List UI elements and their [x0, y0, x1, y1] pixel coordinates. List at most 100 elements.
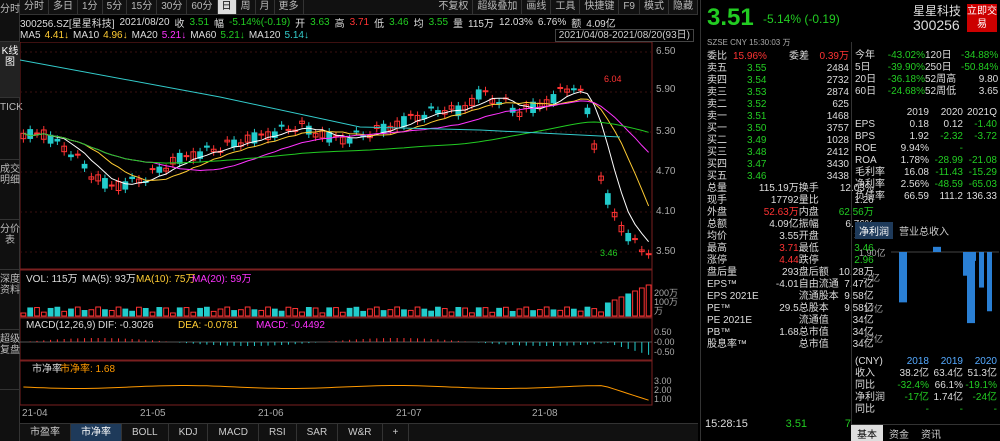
- candle-body: [346, 138, 353, 144]
- stat-row: 外盘 52.63万 内盘 62.56万: [707, 207, 874, 219]
- tab-deep-data[interactable]: 深度资料: [0, 270, 20, 330]
- candle-body: [108, 184, 115, 187]
- level-label: 卖四: [707, 75, 727, 86]
- level-price: 3.48: [747, 147, 767, 158]
- tab-tick[interactable]: TICK: [0, 98, 23, 160]
- tab-revenue[interactable]: 营业总收入: [893, 222, 955, 239]
- low-label: 低: [374, 18, 385, 30]
- bid-row[interactable]: 买一 3.50 3757: [707, 123, 849, 135]
- ask-row[interactable]: 卖三 3.53 2874: [707, 87, 849, 99]
- ask-row[interactable]: 卖一 3.51 1468: [707, 111, 849, 123]
- rev-value: -17亿: [904, 392, 929, 403]
- candle-body: [102, 178, 108, 189]
- ask-table: 卖五 3.55 2484 卖四 3.54 2732 卖三 3.53 2874 卖二 3.52 625 卖…: [707, 63, 849, 123]
- tab-timeshare[interactable]: 分时: [0, 0, 20, 42]
- date-range[interactable]: 2021/04/08-2021/08/20(93日): [554, 29, 694, 42]
- period-month[interactable]: 月: [256, 0, 275, 14]
- tab-kline[interactable]: K线图: [0, 42, 20, 98]
- tab-news[interactable]: 资讯: [915, 425, 947, 441]
- period-more[interactable]: 更多: [275, 0, 304, 14]
- volume-bar: [428, 310, 435, 317]
- period-60min[interactable]: 60分: [187, 0, 218, 14]
- level-volume: 3757: [826, 123, 849, 134]
- fin-header: 2019 2020 2021Q: [855, 107, 997, 119]
- add-tab-icon[interactable]: +: [383, 424, 410, 441]
- draw-line-button[interactable]: 画线: [522, 0, 552, 14]
- period-30min[interactable]: 30分: [157, 0, 188, 14]
- tab-sar[interactable]: SAR: [297, 424, 339, 441]
- stat-row: EPS™ -4.01 自由流通 7.47亿: [707, 279, 874, 291]
- tab-basic[interactable]: 基本: [851, 425, 883, 441]
- tab-rsi[interactable]: RSI: [259, 424, 297, 441]
- volume-bar: [326, 307, 333, 317]
- stat-label: 量比: [798, 195, 819, 206]
- no-adjust-button[interactable]: 不复权: [434, 0, 474, 14]
- period-day[interactable]: 日: [217, 0, 237, 14]
- fin-row: 负债率 66.59 111.2 136.33: [855, 191, 997, 203]
- ask-row[interactable]: 卖四 3.54 2732: [707, 75, 849, 87]
- kline-chart-area[interactable]: 6.50 5.90 5.30 4.70 4.10 3.50 6.04 3.46 …: [20, 42, 700, 423]
- ask-row[interactable]: 卖五 3.55 2484: [707, 63, 849, 75]
- tab-boll[interactable]: BOLL: [122, 424, 169, 441]
- fin-row: BPS 1.92 -2.32 -3.72: [855, 131, 997, 143]
- tab-wr[interactable]: W&R: [338, 424, 383, 441]
- stat-label: 总市值: [798, 327, 829, 338]
- candle-body: [231, 139, 237, 148]
- perf-label: 250日: [925, 62, 952, 73]
- bid-row[interactable]: 买三 3.48 2412: [707, 147, 849, 159]
- close-label: 收: [174, 18, 185, 30]
- tab-trade-detail[interactable]: 成交明细: [0, 160, 20, 220]
- quote-sub: SZSE CNY 15:30:03 万: [707, 38, 791, 47]
- mode-button[interactable]: 模式: [640, 0, 669, 14]
- bid-row[interactable]: 买二 3.49 1028: [707, 135, 849, 147]
- tab-pe[interactable]: 市盈率: [20, 424, 71, 441]
- tab-price-table[interactable]: 分价表: [0, 220, 20, 270]
- ma120-line: [20, 59, 621, 138]
- period-15min[interactable]: 15分: [127, 0, 158, 14]
- volume-bar: [176, 307, 183, 317]
- volume-bar: [380, 310, 387, 317]
- hide-button[interactable]: 隐藏: [669, 0, 698, 14]
- period-week[interactable]: 周: [237, 0, 256, 14]
- fin-label: 毛利率: [855, 167, 885, 178]
- level-volume: 2732: [826, 75, 849, 86]
- ma10-value: 4.96↓: [103, 30, 128, 41]
- period-multiday[interactable]: 多日: [49, 0, 78, 14]
- tab-net-profit[interactable]: 净利润: [855, 222, 893, 239]
- x-tick: 21-05: [140, 408, 166, 419]
- vol-title: VOL: 115万: [26, 274, 78, 285]
- profit-quarter-bar: [987, 252, 992, 312]
- rev-value: 38.2亿: [899, 368, 929, 379]
- trade-now-button[interactable]: 立即交易: [967, 4, 997, 32]
- ma10-label: MA10: [73, 30, 100, 41]
- bid-table: 买一 3.50 3757 买二 3.49 1028 买三 3.48 2412 买四 3.47 3430…: [707, 123, 849, 183]
- bid-row[interactable]: 买四 3.47 3430: [707, 159, 849, 171]
- tools-button[interactable]: 工具: [551, 0, 581, 14]
- tab-fund[interactable]: 资金: [883, 425, 915, 441]
- period-timeshare[interactable]: 分时: [20, 0, 49, 14]
- volume-bar: [27, 307, 34, 317]
- price-tick: 5.90: [656, 84, 676, 95]
- profit-chart: 1.90亿 -7亿 -17亿 -27亿: [859, 246, 999, 344]
- rev-label: (CNY): [855, 356, 883, 367]
- tab-macd[interactable]: MACD: [208, 424, 259, 441]
- level-volume: 1028: [826, 135, 849, 146]
- period-5min[interactable]: 5分: [103, 0, 128, 14]
- period-1min[interactable]: 1分: [78, 0, 103, 14]
- fin-value: 9.94%: [900, 143, 929, 154]
- ask-row[interactable]: 卖二 3.52 625: [707, 99, 849, 111]
- tab-super-review[interactable]: 超级复盘: [0, 330, 20, 390]
- candle-body: [183, 155, 190, 158]
- x-tick: 21-06: [258, 408, 284, 419]
- tab-kdj[interactable]: KDJ: [169, 424, 209, 441]
- bid-row[interactable]: 买五 3.46 3438: [707, 171, 849, 183]
- perf-row: 20日 -36.18% 52周高 9.80: [855, 74, 998, 86]
- fin-header-cell: 2021Q: [966, 107, 997, 118]
- overlay-button[interactable]: 超级叠加: [473, 0, 523, 14]
- level-price: 3.52: [747, 99, 767, 110]
- tab-pb[interactable]: 市净率: [71, 424, 122, 441]
- shortcut-button[interactable]: 快捷键: [580, 0, 620, 14]
- volume-bar: [217, 308, 224, 317]
- f9-button[interactable]: F9: [619, 0, 640, 14]
- rev-header: (CNY) 2018 2019 2020: [855, 356, 997, 368]
